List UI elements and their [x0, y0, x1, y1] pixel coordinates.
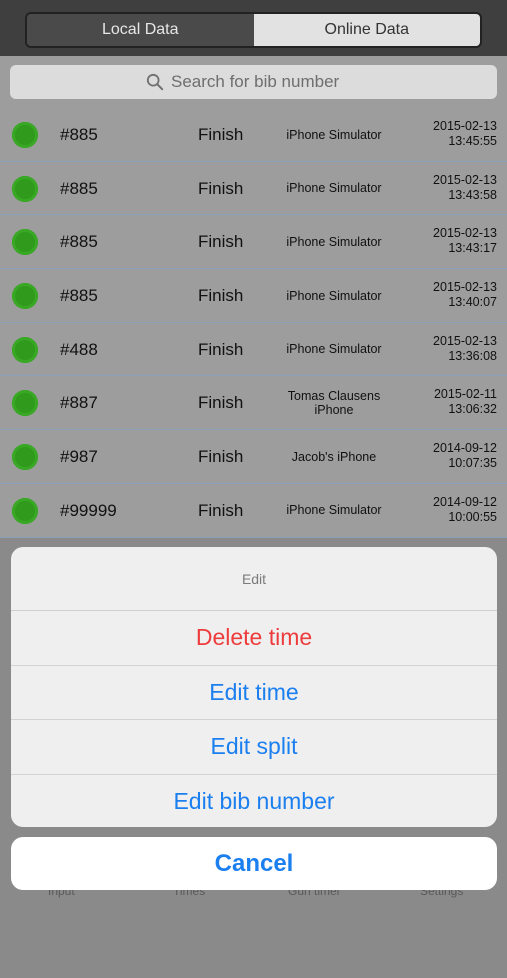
- table-row[interactable]: #99999 Finish iPhone Simulator 2014-09-1…: [0, 484, 507, 538]
- status-dot-icon: [12, 336, 38, 363]
- timestamp: 2014-09-12 10:07:35: [433, 441, 497, 471]
- status-dot-icon: [12, 497, 38, 524]
- status-dot-icon: [12, 390, 38, 417]
- device-name: iPhone Simulator: [286, 181, 382, 196]
- device-name: Jacob's iPhone: [291, 449, 377, 464]
- bib-number: #885: [60, 178, 98, 198]
- timestamp: 2015-02-11 13:06:32: [433, 387, 497, 417]
- segment-local-data[interactable]: Local Data: [27, 14, 254, 46]
- table-row[interactable]: #887 Finish Tomas Clausens iPhone 2015-02…: [0, 376, 507, 431]
- bib-number: #887: [60, 393, 98, 413]
- delete-time-button[interactable]: Delete time: [11, 611, 497, 666]
- device-name: iPhone Simulator: [286, 234, 382, 249]
- table-row[interactable]: #987 Finish Jacob's iPhone 2014-09-12 10:…: [0, 430, 507, 484]
- edit-action-sheet: Edit Delete time Edit time Edit split Ed…: [11, 547, 497, 827]
- timestamp: 2015-02-13 13:43:17: [433, 226, 497, 256]
- timestamp: 2015-02-13 13:40:07: [433, 280, 497, 310]
- table-row[interactable]: #885 Finish iPhone Simulator 2015-02-13 1…: [0, 108, 507, 162]
- time-type: Finish: [198, 125, 244, 144]
- top-bar: Local Data Online Data: [0, 0, 507, 56]
- status-dot-icon: [12, 122, 38, 148]
- time-type: Finish: [198, 500, 244, 520]
- time-type: Finish: [198, 178, 244, 198]
- status-dot-icon: [12, 175, 38, 202]
- timestamp: 2014-09-12 10:00:55: [433, 494, 497, 524]
- timestamp: 2015-02-13 13:36:08: [433, 333, 497, 363]
- edit-bib-number-button[interactable]: Edit bib number: [11, 775, 497, 828]
- status-dot-icon: [12, 444, 38, 471]
- status-dot-icon: [12, 229, 38, 256]
- timestamp: 2015-02-13 13:43:58: [433, 172, 497, 202]
- bib-number: #885: [60, 286, 98, 306]
- device-name: Tomas Clausens iPhone: [287, 388, 381, 417]
- bib-number: #885: [60, 125, 98, 144]
- device-name: iPhone Simulator: [286, 288, 382, 303]
- table-row[interactable]: #885 Finish iPhone Simulator 2015-02-13 1…: [0, 162, 507, 216]
- bib-number: #885: [60, 232, 98, 252]
- time-type: Finish: [198, 286, 244, 306]
- table-row[interactable]: #488 Finish iPhone Simulator 2015-02-13 1…: [0, 323, 507, 377]
- edit-time-button[interactable]: Edit time: [11, 666, 497, 720]
- action-sheet-title: Edit: [11, 547, 497, 611]
- data-source-segmented-control: Local Data Online Data: [25, 12, 482, 48]
- time-type: Finish: [198, 339, 244, 359]
- bib-number: #488: [60, 339, 98, 359]
- search-bar: [0, 56, 507, 108]
- table-row[interactable]: #885 Finish iPhone Simulator 2015-02-13 1…: [0, 215, 507, 270]
- time-type: Finish: [198, 393, 244, 413]
- time-type: Finish: [198, 232, 244, 252]
- table-row[interactable]: #885 Finish iPhone Simulator 2015-02-13 1…: [0, 269, 507, 323]
- device-name: iPhone Simulator: [286, 342, 382, 357]
- status-dot-icon: [12, 283, 38, 310]
- segment-online-data[interactable]: Online Data: [253, 14, 480, 46]
- edit-split-button[interactable]: Edit split: [11, 720, 497, 775]
- time-type: Finish: [198, 447, 244, 467]
- search-field[interactable]: [10, 65, 497, 99]
- device-name: iPhone Simulator: [286, 503, 382, 518]
- timestamp: 2015-02-13 13:45:55: [433, 119, 497, 148]
- cancel-button[interactable]: Cancel: [11, 837, 497, 890]
- search-input[interactable]: [171, 72, 361, 92]
- search-icon: [146, 73, 164, 91]
- device-name: iPhone Simulator: [286, 127, 382, 142]
- bib-number: #99999: [60, 500, 117, 520]
- bib-number: #987: [60, 447, 98, 467]
